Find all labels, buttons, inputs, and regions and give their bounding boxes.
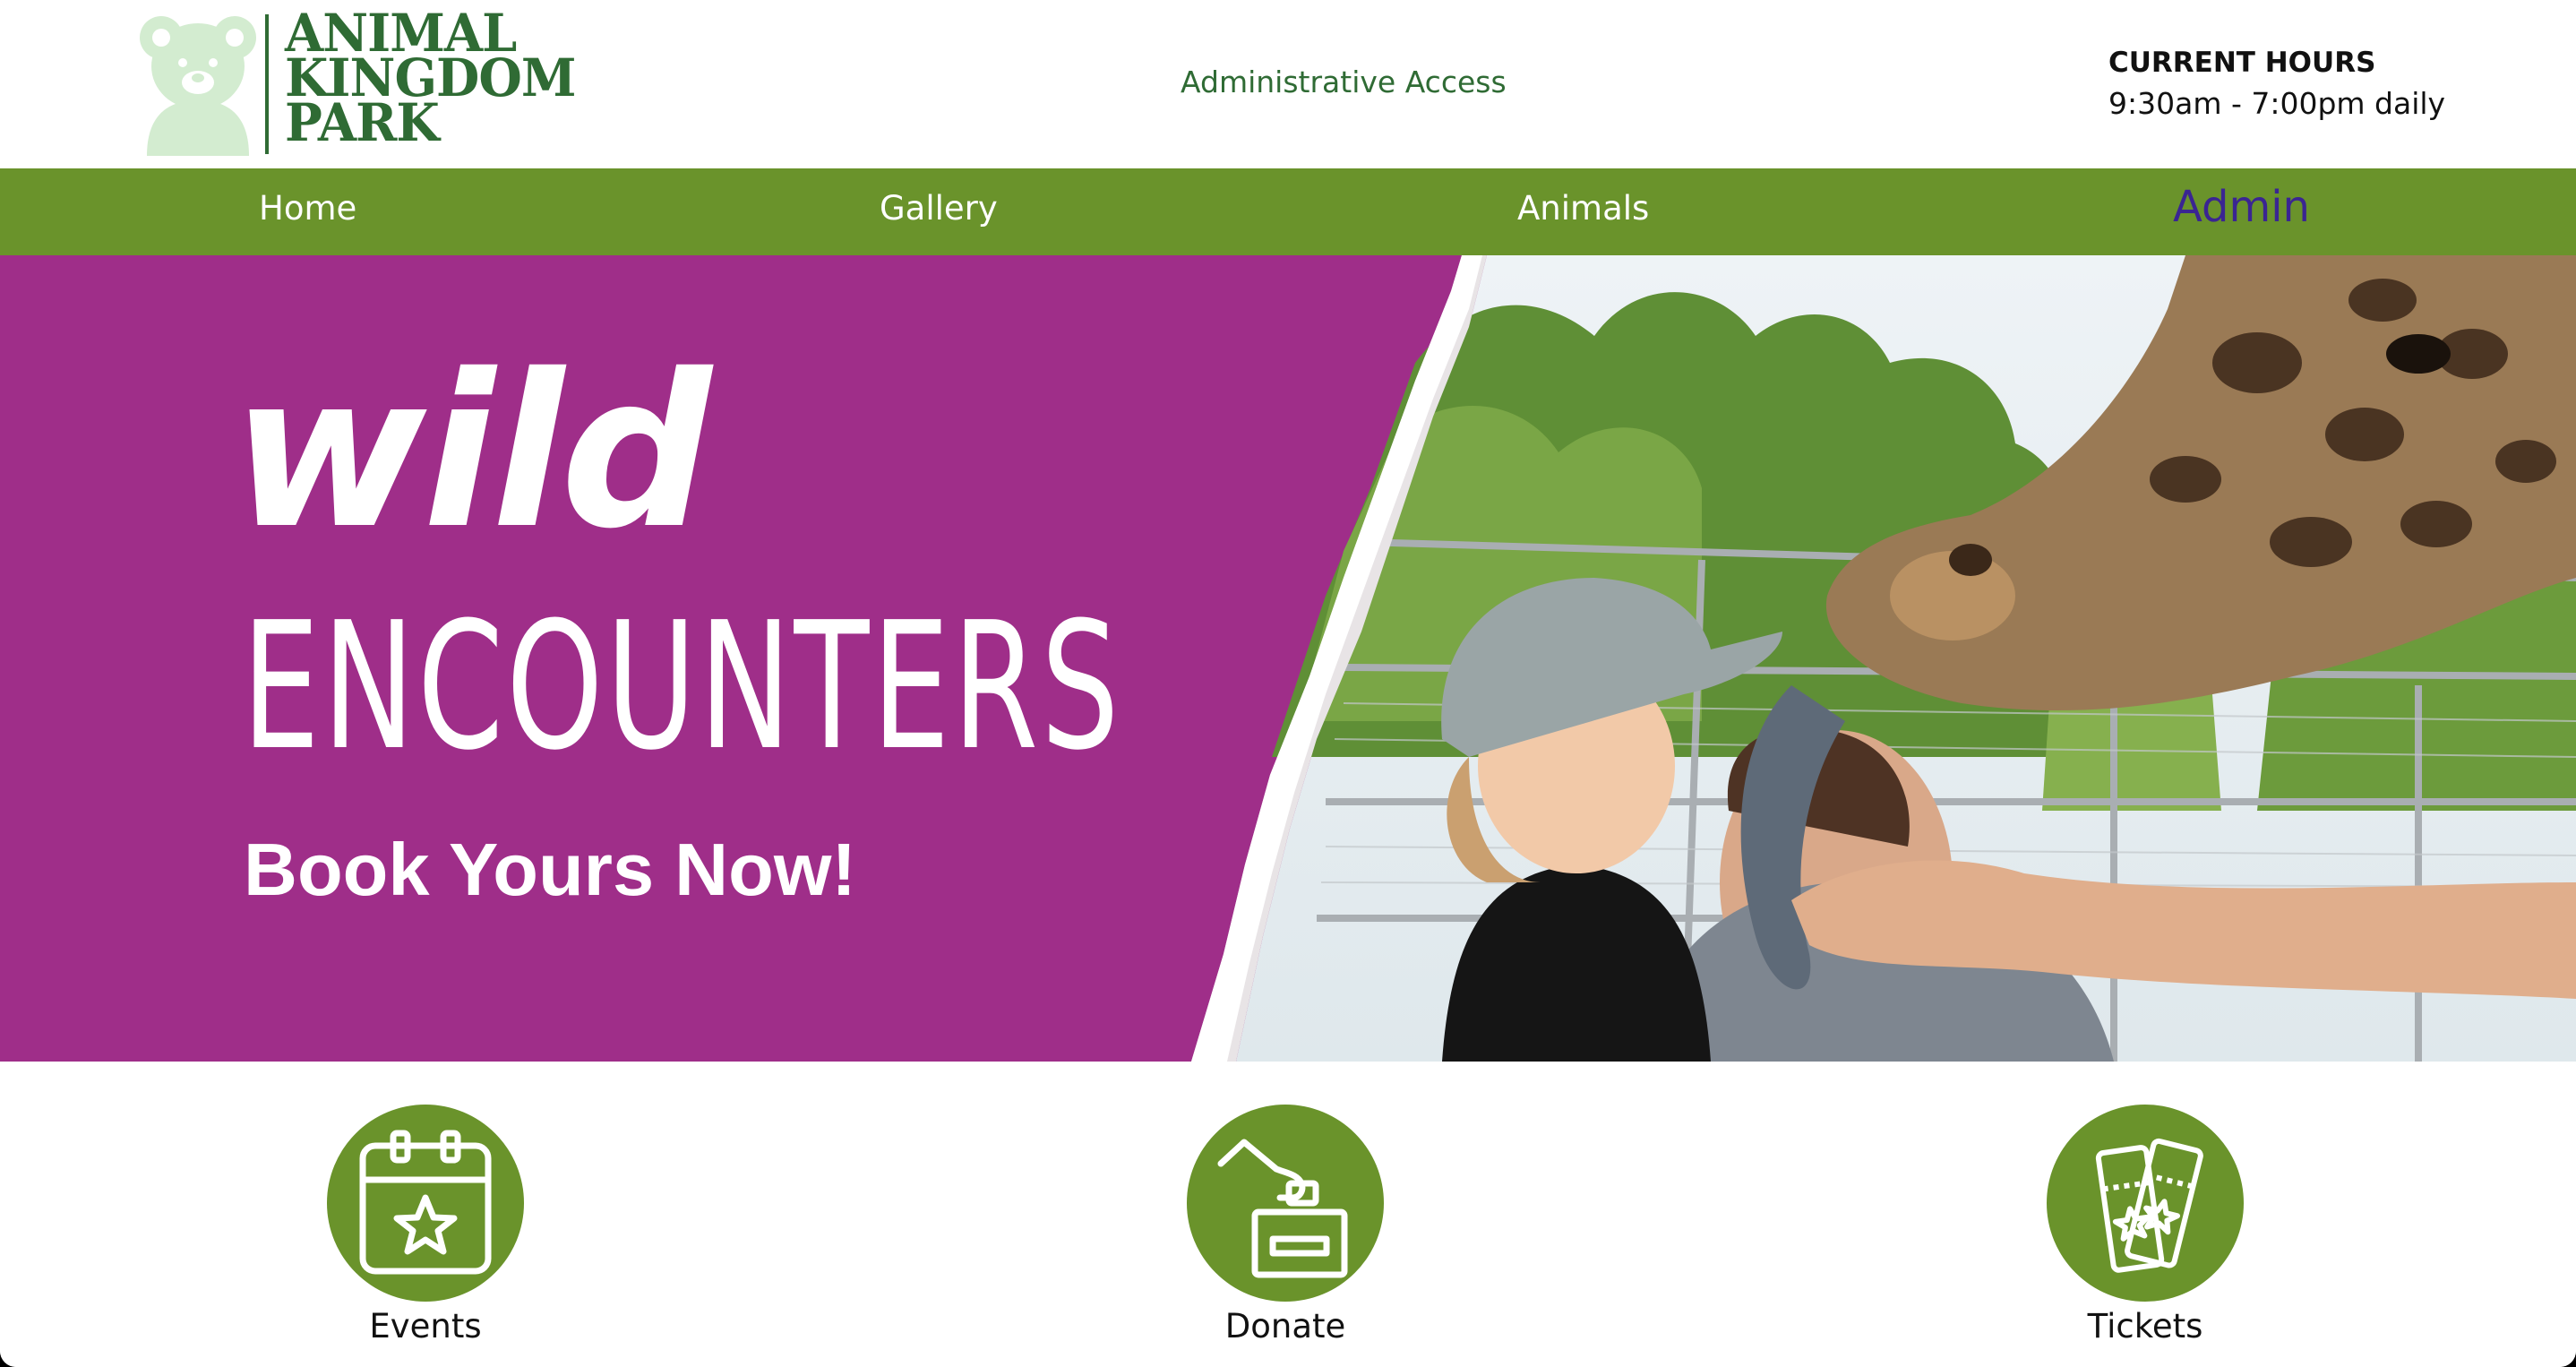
hero-banner[interactable]: wild ENCOUNTERS Book Yours Now! bbox=[0, 255, 2576, 1062]
site-header: ANIMAL KINGDOM PARK Administrative Acces… bbox=[0, 0, 2576, 168]
quick-link-events[interactable]: Events bbox=[309, 1105, 542, 1346]
quick-link-donate[interactable]: Donate bbox=[1169, 1105, 1402, 1346]
hours-value: 9:30am - 7:00pm daily bbox=[2108, 86, 2446, 121]
logo-wordmark: ANIMAL KINGDOM PARK bbox=[285, 7, 577, 149]
calendar-star-icon bbox=[359, 1130, 492, 1275]
tickets-circle[interactable] bbox=[2047, 1105, 2244, 1302]
quick-link-tickets[interactable]: Tickets bbox=[2029, 1105, 2262, 1346]
book-now-cta[interactable]: Book Yours Now! bbox=[244, 827, 856, 913]
nav-item-admin[interactable]: Admin bbox=[2173, 185, 2310, 229]
administrative-access-link[interactable]: Administrative Access bbox=[1181, 64, 1507, 99]
logo-divider bbox=[265, 14, 269, 154]
main-nav: Home Gallery Animals Admin bbox=[0, 168, 2576, 255]
hero-script-text: wild bbox=[231, 329, 712, 575]
hours-title: CURRENT HOURS bbox=[2108, 47, 2376, 79]
nav-item-gallery[interactable]: Gallery bbox=[880, 186, 998, 231]
quick-links: Events Donate Tickets bbox=[0, 1062, 2576, 1367]
tickets-label[interactable]: Tickets bbox=[2029, 1307, 2262, 1346]
donate-box-icon bbox=[1217, 1139, 1348, 1278]
hero-headline: ENCOUNTERS bbox=[242, 585, 1122, 789]
bear-icon bbox=[140, 16, 256, 156]
site-logo[interactable]: ANIMAL KINGDOM PARK bbox=[134, 7, 582, 158]
donate-label[interactable]: Donate bbox=[1169, 1307, 1402, 1346]
donate-circle[interactable] bbox=[1187, 1105, 1384, 1302]
nav-item-animals[interactable]: Animals bbox=[1517, 186, 1649, 231]
current-hours: CURRENT HOURS 9:30am - 7:00pm daily bbox=[2108, 45, 2445, 127]
tickets-icon bbox=[2095, 1138, 2203, 1273]
page: ANIMAL KINGDOM PARK Administrative Acces… bbox=[0, 0, 2576, 1367]
nav-item-home[interactable]: Home bbox=[259, 186, 356, 231]
events-circle[interactable] bbox=[327, 1105, 524, 1302]
events-label[interactable]: Events bbox=[309, 1307, 542, 1346]
